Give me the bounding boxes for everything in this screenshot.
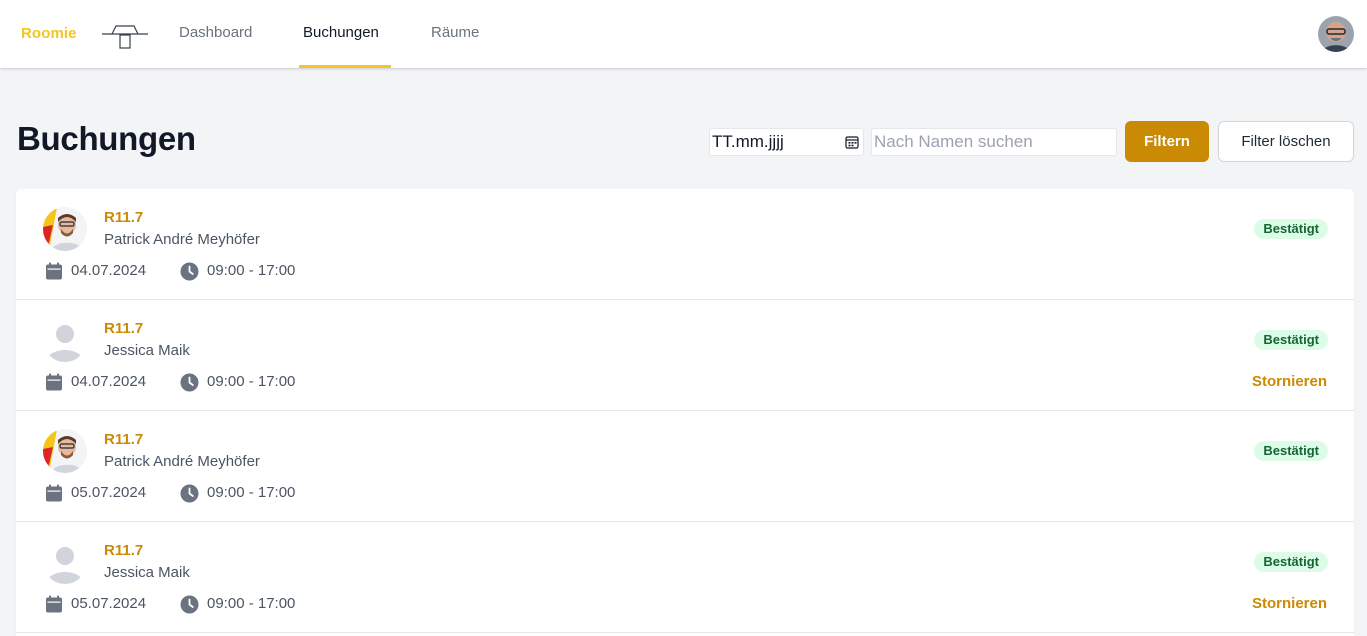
booking-date: 04.07.2024 [71, 373, 147, 390]
name-search-input[interactable] [871, 128, 1117, 156]
nav-raeume[interactable]: Räume [431, 24, 479, 41]
calendar-icon[interactable] [845, 135, 859, 149]
cancel-booking-button[interactable]: Stornieren [1252, 595, 1327, 612]
booking-row: R11.7 Patrick André Meyhöfer 04.07.2024 … [16, 189, 1354, 300]
booking-time: 09:00 - 17:00 [207, 484, 296, 501]
top-navigation-bar: Roomie Dashboard Buchungen Räume [0, 0, 1367, 68]
booking-date: 05.07.2024 [71, 595, 147, 612]
bookings-list: R11.7 Patrick André Meyhöfer 04.07.2024 … [16, 189, 1354, 636]
person-avatar-placeholder [43, 318, 87, 362]
booking-time: 09:00 - 17:00 [207, 595, 296, 612]
active-tab-indicator [299, 65, 391, 68]
person-avatar [43, 429, 87, 473]
person-avatar [43, 207, 87, 251]
brand-logo[interactable]: Roomie [21, 25, 77, 42]
desk-icon [102, 25, 148, 49]
booking-date: 04.07.2024 [71, 262, 147, 279]
clock-icon [180, 373, 199, 392]
date-filter-placeholder: TT.mm.jjjj [712, 132, 784, 151]
room-name: R11.7 [104, 431, 144, 448]
booking-row: R11.7 Jessica Maik 04.07.2024 09:00 - 17… [16, 300, 1354, 411]
booking-time: 09:00 - 17:00 [207, 262, 296, 279]
status-badge: Bestätigt [1254, 330, 1328, 350]
status-badge: Bestätigt [1254, 441, 1328, 461]
booking-date: 05.07.2024 [71, 484, 147, 501]
person-name: Jessica Maik [104, 342, 190, 359]
filter-button[interactable]: Filtern [1125, 121, 1209, 162]
booking-row: R11.7 Jessica Maik 05.07.2024 09:00 - 17… [16, 522, 1354, 633]
nav-buchungen[interactable]: Buchungen [303, 24, 379, 41]
room-name: R11.7 [104, 209, 144, 226]
calendar-icon [46, 262, 62, 280]
person-avatar-placeholder [43, 540, 87, 584]
booking-time: 09:00 - 17:00 [207, 373, 296, 390]
calendar-icon [46, 373, 62, 391]
page-title: Buchungen [17, 120, 196, 157]
clear-filter-button[interactable]: Filter löschen [1218, 121, 1354, 162]
clock-icon [180, 595, 199, 614]
calendar-icon [46, 484, 62, 502]
room-name: R11.7 [104, 320, 144, 337]
clock-icon [180, 262, 199, 281]
date-filter-input[interactable]: TT.mm.jjjj [709, 128, 864, 156]
person-name: Patrick André Meyhöfer [104, 453, 260, 470]
person-name: Patrick André Meyhöfer [104, 231, 260, 248]
status-badge: Bestätigt [1254, 552, 1328, 572]
calendar-icon [46, 595, 62, 613]
room-name: R11.7 [104, 542, 144, 559]
status-badge: Bestätigt [1254, 219, 1328, 239]
user-avatar[interactable] [1318, 16, 1354, 52]
nav-dashboard[interactable]: Dashboard [179, 24, 252, 41]
cancel-booking-button[interactable]: Stornieren [1252, 373, 1327, 390]
clock-icon [180, 484, 199, 503]
booking-row: R11.7 Patrick André Meyhöfer 05.07.2024 … [16, 411, 1354, 522]
person-name: Jessica Maik [104, 564, 190, 581]
